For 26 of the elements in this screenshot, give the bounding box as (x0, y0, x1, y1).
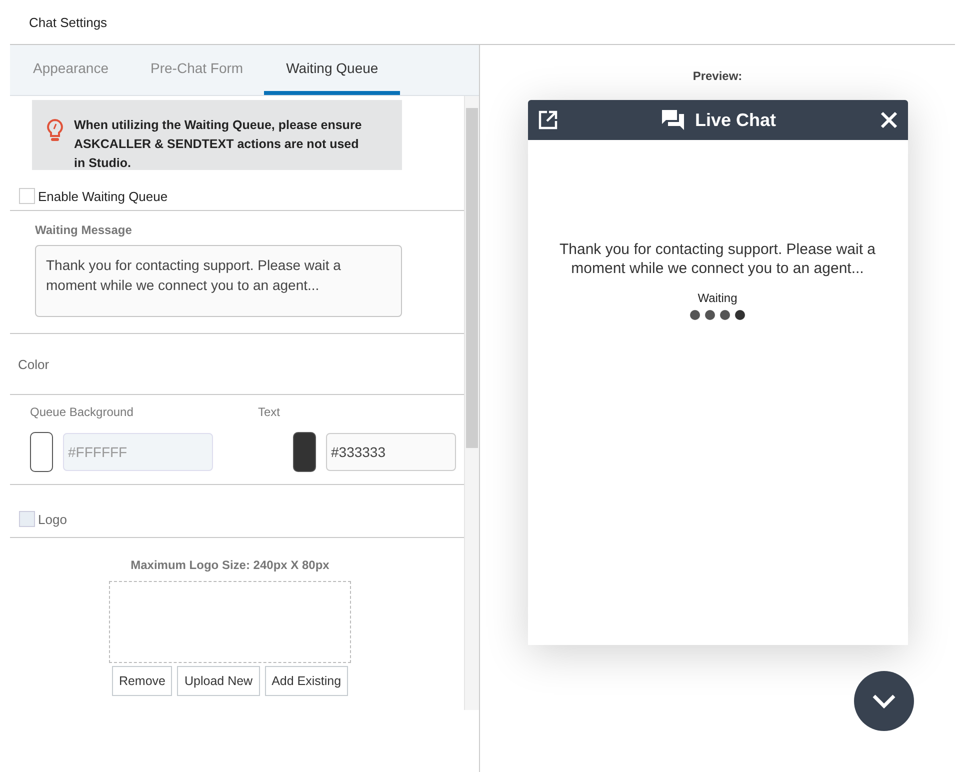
field-label: Waiting Message (35, 223, 133, 237)
lightbulb-icon (46, 118, 64, 144)
message-textarea[interactable]: Thank you for contacting support. Please wait a moment while we connect you to an agent... (35, 245, 402, 317)
scrollbar[interactable] (464, 96, 479, 710)
chevron-down-icon (871, 693, 897, 709)
notice-text: When utilizing the Waiting Queue, please ensure ASKCALLER & SENDTEXT actions are not used in Studio. (74, 117, 362, 170)
waiting-status: Waiting (698, 291, 738, 305)
popout-icon[interactable] (538, 110, 558, 130)
checkbox-label: Enable Waiting Queue (38, 188, 168, 204)
waiting-message: Thank you for contacting support. Please wait a moment while we connect you to an agent... (558, 240, 876, 278)
tab[interactable]: Waiting Queue (264, 45, 400, 95)
size-hint: Maximum Logo Size: 240px X 80px (130, 558, 330, 572)
field-label: Queue Background (30, 405, 134, 419)
checkbox[interactable] (19, 188, 35, 204)
color-swatch[interactable] (293, 432, 316, 472)
color-input[interactable]: #333333 (326, 433, 456, 471)
chat-icon (660, 109, 685, 131)
close-icon[interactable] (880, 111, 898, 129)
chat-title: Live Chat (694, 110, 776, 130)
color-swatch[interactable] (30, 432, 53, 472)
typing-dots-icon (688, 309, 746, 321)
page-title: Chat Settings (28, 14, 108, 30)
field-label: Text (258, 405, 282, 419)
checkbox-label: Logo (38, 512, 67, 526)
section-title: Color (18, 356, 50, 372)
preview-label: Preview: (692, 69, 742, 83)
